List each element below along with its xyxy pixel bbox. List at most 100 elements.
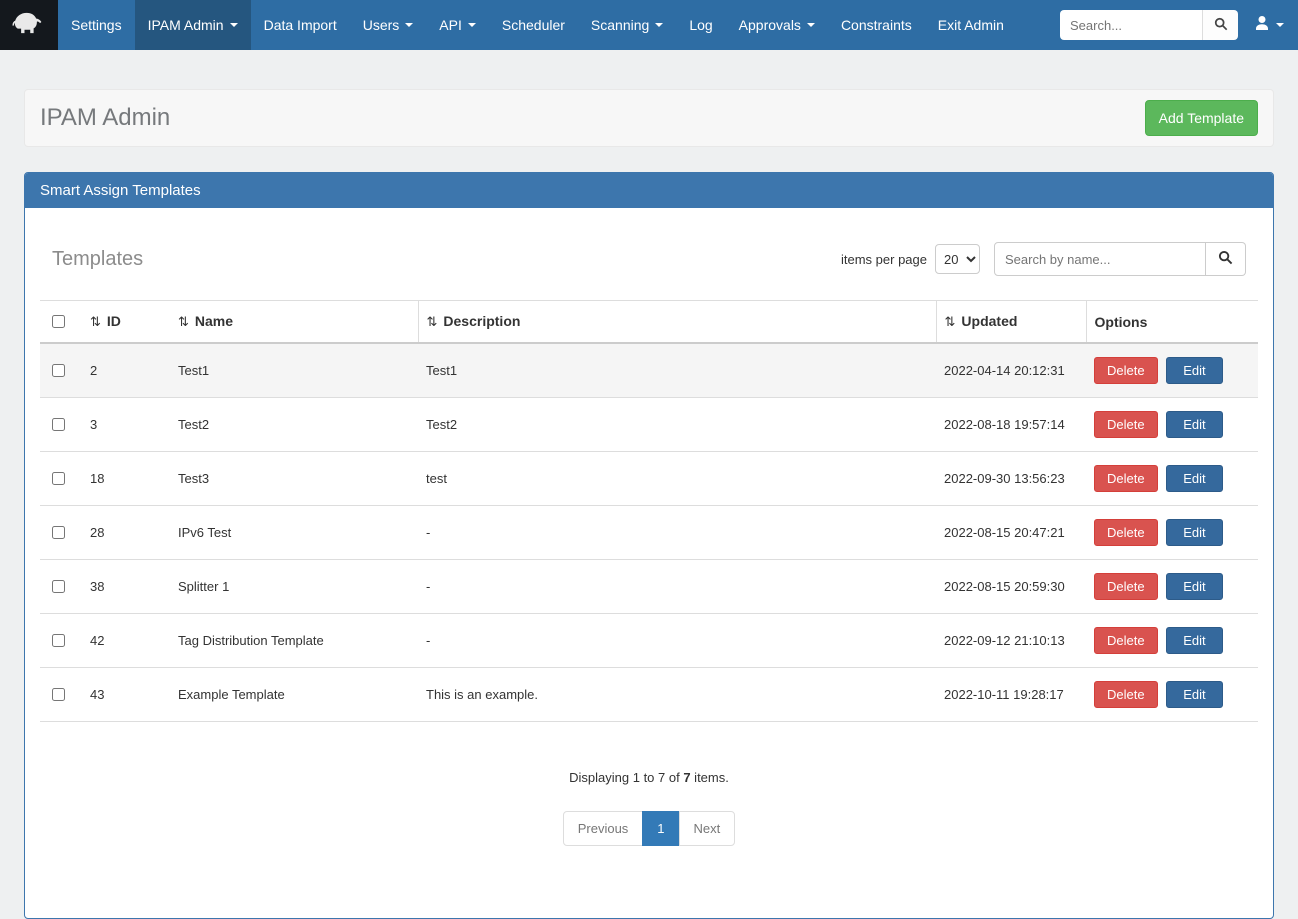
cell-name: Test3 — [170, 452, 418, 506]
name-search-button[interactable] — [1206, 242, 1246, 276]
nav-item-log[interactable]: Log — [676, 0, 725, 50]
navbar-search-button[interactable] — [1202, 10, 1238, 40]
cell-updated: 2022-09-30 13:56:23 — [936, 452, 1086, 506]
edit-button[interactable]: Edit — [1166, 681, 1222, 708]
items-per-page-select[interactable]: 20 — [935, 244, 980, 274]
row-checkbox[interactable] — [52, 688, 65, 701]
pagination-next-button[interactable]: Next — [679, 811, 736, 846]
cell-description: - — [418, 506, 936, 560]
col-header-updated[interactable]: ⇅ Updated — [936, 301, 1086, 344]
nav-item-label: Data Import — [264, 17, 337, 33]
cell-options: Delete Edit — [1086, 560, 1258, 614]
delete-button[interactable]: Delete — [1094, 627, 1158, 654]
cell-id: 2 — [82, 343, 170, 398]
edit-button[interactable]: Edit — [1166, 411, 1222, 438]
nav-item-label: API — [439, 17, 462, 33]
search-icon — [1218, 250, 1233, 268]
nav-item-label: Users — [363, 17, 400, 33]
col-header-description[interactable]: ⇅Description — [418, 301, 936, 344]
add-template-button[interactable]: Add Template — [1145, 100, 1258, 136]
row-checkbox-cell — [40, 506, 82, 560]
cell-name: Test1 — [170, 343, 418, 398]
pagination-page-1-button[interactable]: 1 — [642, 811, 679, 846]
delete-button[interactable]: Delete — [1094, 519, 1158, 546]
app-logo[interactable] — [0, 0, 58, 50]
page-header: IPAM Admin Add Template — [24, 89, 1274, 147]
delete-button[interactable]: Delete — [1094, 573, 1158, 600]
navbar-search-input[interactable] — [1060, 10, 1202, 40]
cell-options: Delete Edit — [1086, 506, 1258, 560]
cell-description: test — [418, 452, 936, 506]
cell-description: This is an example. — [418, 668, 936, 722]
select-all-header — [40, 301, 82, 344]
cell-description: - — [418, 560, 936, 614]
navbar-right — [1060, 0, 1298, 50]
nav-item-scheduler[interactable]: Scheduler — [489, 0, 578, 50]
nav-item-scanning[interactable]: Scanning — [578, 0, 676, 50]
row-checkbox[interactable] — [52, 418, 65, 431]
delete-button[interactable]: Delete — [1094, 465, 1158, 492]
nav-item-settings[interactable]: Settings — [58, 0, 135, 50]
edit-button[interactable]: Edit — [1166, 465, 1222, 492]
pagination-previous-button[interactable]: Previous — [563, 811, 644, 846]
panel-header: Smart Assign Templates — [25, 173, 1273, 208]
templates-title: Templates — [52, 248, 841, 271]
nav-item-approvals[interactable]: Approvals — [726, 0, 828, 50]
row-checkbox[interactable] — [52, 526, 65, 539]
table-row: 3 Test2 Test2 2022-08-18 19:57:14 Delete… — [40, 398, 1258, 452]
row-checkbox[interactable] — [52, 472, 65, 485]
nav-item-label: Scheduler — [502, 17, 565, 33]
edit-button[interactable]: Edit — [1166, 519, 1222, 546]
cell-updated: 2022-09-12 21:10:13 — [936, 614, 1086, 668]
col-header-label: Updated — [961, 313, 1017, 329]
table-row: 42 Tag Distribution Template - 2022-09-1… — [40, 614, 1258, 668]
cell-description: Test1 — [418, 343, 936, 398]
cell-description: Test2 — [418, 398, 936, 452]
delete-button[interactable]: Delete — [1094, 681, 1158, 708]
table-header-row: ⇅ID ⇅Name ⇅Description ⇅Updated Options — [40, 301, 1258, 344]
name-search-input[interactable] — [994, 242, 1206, 276]
edit-button[interactable]: Edit — [1166, 573, 1222, 600]
cell-id: 38 — [82, 560, 170, 614]
delete-button[interactable]: Delete — [1094, 357, 1158, 384]
nav-item-api[interactable]: API — [426, 0, 489, 50]
sort-icon: ⇅ — [945, 314, 956, 329]
cell-name: Example Template — [170, 668, 418, 722]
navbar-search-group — [1060, 10, 1238, 40]
caret-down-icon — [807, 23, 815, 27]
col-header-id[interactable]: ⇅ID — [82, 301, 170, 344]
edit-button[interactable]: Edit — [1166, 357, 1222, 384]
cell-options: Delete Edit — [1086, 343, 1258, 398]
row-checkbox-cell — [40, 668, 82, 722]
templates-table: ⇅ID ⇅Name ⇅Description ⇅Updated Options … — [40, 300, 1258, 722]
cell-id: 3 — [82, 398, 170, 452]
cell-updated: 2022-04-14 20:12:31 — [936, 343, 1086, 398]
nav-item-label: Constraints — [841, 17, 912, 33]
nav-item-data-import[interactable]: Data Import — [251, 0, 350, 50]
select-all-checkbox[interactable] — [52, 315, 65, 328]
edit-button[interactable]: Edit — [1166, 627, 1222, 654]
row-checkbox[interactable] — [52, 364, 65, 377]
nav-item-constraints[interactable]: Constraints — [828, 0, 925, 50]
col-header-label: Description — [443, 313, 520, 329]
col-header-name[interactable]: ⇅Name — [170, 301, 418, 344]
cell-id: 43 — [82, 668, 170, 722]
cell-options: Delete Edit — [1086, 452, 1258, 506]
nav-item-users[interactable]: Users — [350, 0, 427, 50]
user-menu[interactable] — [1254, 15, 1284, 36]
cell-options: Delete Edit — [1086, 668, 1258, 722]
nav-item-ipam-admin[interactable]: IPAM Admin — [135, 0, 251, 50]
nav-item-label: Exit Admin — [938, 17, 1004, 33]
nav-item-label: Settings — [71, 17, 122, 33]
nav-item-label: IPAM Admin — [148, 17, 224, 33]
row-checkbox[interactable] — [52, 580, 65, 593]
caret-down-icon — [1276, 23, 1284, 27]
panel-body: Templates items per page 20 — [25, 208, 1273, 918]
nav-item-exit-admin[interactable]: Exit Admin — [925, 0, 1017, 50]
row-checkbox[interactable] — [52, 634, 65, 647]
delete-button[interactable]: Delete — [1094, 411, 1158, 438]
caret-down-icon — [230, 23, 238, 27]
table-row: 43 Example Template This is an example. … — [40, 668, 1258, 722]
mammoth-logo-icon — [11, 5, 47, 46]
row-checkbox-cell — [40, 398, 82, 452]
